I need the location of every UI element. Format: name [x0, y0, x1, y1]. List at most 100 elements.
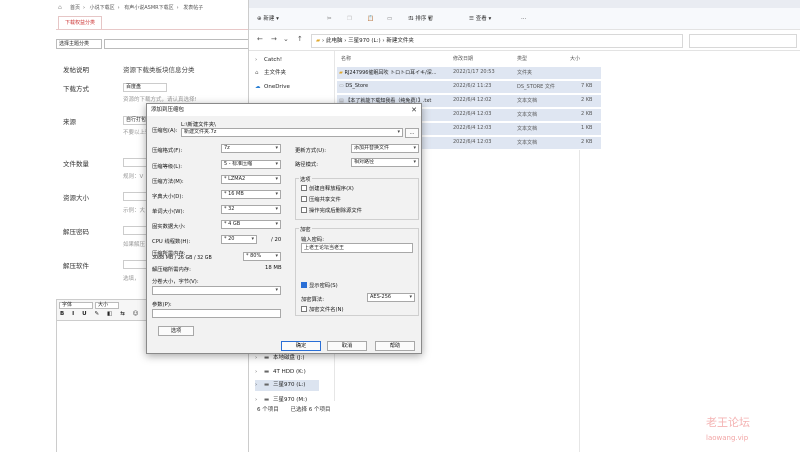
- field-hint-file-count: 规则：V: [123, 174, 144, 180]
- sort-menu-button[interactable]: ⇅ 排序 ▾: [409, 13, 431, 25]
- folder-icon: ▰: [316, 38, 321, 44]
- breadcrumb: 首页 › 小说下载区 › 有声小说ASMR下载区 › 发表帖子: [70, 5, 204, 11]
- breadcrumb-novel[interactable]: 小说下载区: [90, 5, 115, 11]
- address-input[interactable]: ▰ › 此电脑 › 三星970 (L:) › 新建文件夹: [311, 34, 683, 48]
- field-hint-resource-size: 示例：大: [123, 208, 146, 214]
- threads-max: / 20: [271, 237, 282, 243]
- mem-value: 3088 MB / 26 GB / 32 GB: [152, 256, 212, 261]
- browse-button[interactable]: ...: [405, 128, 419, 138]
- cancel-button[interactable]: 取消: [327, 341, 367, 351]
- rename-icon[interactable]: ▭: [387, 13, 392, 25]
- ok-button[interactable]: 确定: [281, 341, 321, 351]
- level-select[interactable]: 5 - 标准压缩 ▾: [221, 160, 281, 169]
- back-arrow-icon[interactable]: ←: [257, 35, 263, 43]
- help-button[interactable]: 帮助: [375, 341, 415, 351]
- nav-item-catch[interactable]: › Catch!: [255, 55, 282, 66]
- show-password-checkbox[interactable]: 显示密码(S): [301, 281, 338, 289]
- copy-icon[interactable]: ❐: [347, 13, 352, 25]
- nav-item-drive-j[interactable]: › ▬ 本地磁盘 (J:): [255, 353, 305, 364]
- threads-select[interactable]: * 20 ▾: [221, 235, 257, 244]
- solid-label: 固实数据大小:: [152, 224, 186, 230]
- solid-select[interactable]: * 4 GB ▾: [221, 220, 281, 229]
- more-options-icon[interactable]: ···: [521, 13, 526, 25]
- col-name[interactable]: 名称: [341, 55, 351, 62]
- nav-item-home[interactable]: ⌂ 主文件夹: [255, 68, 286, 79]
- archive-name-combo[interactable]: 新建文件夹.7z ▾: [181, 128, 403, 137]
- cut-icon[interactable]: ✂: [327, 13, 332, 25]
- update-mode-select[interactable]: 添加并替换文件 ▾: [351, 144, 419, 153]
- field-label-post-desc: 发帖说明: [63, 66, 89, 74]
- path-mode-select[interactable]: 相对路径 ▾: [351, 158, 419, 167]
- threads-label: CPU 线程数(H):: [152, 239, 191, 245]
- close-icon[interactable]: ✕: [409, 105, 419, 115]
- resource-size-input[interactable]: [123, 192, 147, 201]
- enc-method-select[interactable]: AES-256 ▾: [367, 293, 415, 302]
- dict-label: 字典大小(D):: [152, 194, 184, 200]
- field-label-resource-size: 资源大小: [63, 194, 89, 202]
- unzip-software-input[interactable]: [123, 260, 147, 269]
- field-hint-post-desc: 资源下载类板块信息分类: [123, 66, 195, 74]
- nav-item-onedrive[interactable]: ☁ OneDrive: [255, 82, 290, 93]
- nav-item-drive-l[interactable]: › ▬ 三星970 (L:): [255, 380, 319, 391]
- dict-select[interactable]: * 16 MB ▾: [221, 190, 281, 199]
- breadcrumb-post: 发表帖子: [183, 5, 204, 11]
- password-label: 输入密码:: [301, 237, 324, 243]
- breadcrumb-asmr[interactable]: 有声小说ASMR下载区: [124, 5, 173, 11]
- file-row[interactable]: ▰ RJ247996催眠耳吹 トロトロ耳イキ/深... 2022/1/17 20…: [337, 67, 601, 79]
- split-size-combo[interactable]: ▾: [152, 286, 281, 295]
- drive-icon: ▬: [264, 369, 270, 375]
- options-group-title: 选项: [299, 175, 312, 183]
- addr-this-pc[interactable]: 此电脑: [326, 38, 343, 44]
- addr-folder[interactable]: 新建文件夹: [386, 38, 414, 44]
- forward-arrow-icon[interactable]: →: [271, 35, 277, 43]
- encrypt-names-checkbox[interactable]: 加密文件名(N): [301, 305, 344, 313]
- archive-path: L:\新建文件夹\: [181, 122, 216, 128]
- add-to-archive-dialog: 添加到压缩包 ✕ 压缩包(A): L:\新建文件夹\ 新建文件夹.7z ▾ ...…: [146, 103, 422, 354]
- file-count-input[interactable]: [123, 158, 147, 167]
- font-family-select[interactable]: 字体: [59, 302, 93, 309]
- checkbox-checked-icon: [301, 282, 307, 288]
- download-method-select[interactable]: 百度盘: [123, 83, 167, 92]
- col-date[interactable]: 修改日期: [453, 55, 473, 62]
- col-type[interactable]: 类型: [517, 55, 527, 62]
- word-select[interactable]: * 32 ▾: [221, 205, 281, 214]
- col-size[interactable]: 大小: [570, 55, 580, 62]
- up-arrow-icon[interactable]: ↑: [297, 35, 303, 43]
- font-size-select[interactable]: 大小: [95, 302, 119, 309]
- view-menu-button[interactable]: ☰ 查看 ▾: [469, 13, 491, 25]
- field-label-download-method: 下载方式: [63, 85, 89, 93]
- method-select[interactable]: * LZMA2 ▾: [221, 175, 281, 184]
- search-input[interactable]: [689, 34, 797, 48]
- delete-after-checkbox[interactable]: 操作完成后删除源文件: [301, 206, 362, 214]
- recent-chevron-icon[interactable]: ⌄: [283, 35, 289, 43]
- field-label-unzip-software: 解压软件: [63, 262, 89, 270]
- unzip-password-input[interactable]: [123, 226, 147, 235]
- field-label-unzip-password: 解压密码: [63, 228, 89, 236]
- file-list-header: 名称 修改日期 类型 大小: [337, 53, 800, 65]
- format-select[interactable]: 7z ▾: [221, 144, 281, 153]
- drive-icon: ▬: [264, 382, 270, 388]
- breadcrumb-home[interactable]: 首页: [70, 5, 80, 11]
- decomp-mem-value: 18 MB: [265, 265, 282, 271]
- field-hint-unzip-software: 选填，: [123, 276, 140, 282]
- post-title-input[interactable]: [104, 39, 254, 49]
- theme-category-select[interactable]: 选择主题分类: [56, 39, 102, 49]
- params-input[interactable]: [152, 309, 281, 318]
- home-icon[interactable]: ⌂: [58, 4, 66, 11]
- method-label: 压缩方法(M):: [152, 179, 184, 185]
- password-input[interactable]: 上老王论坛当老王: [301, 243, 413, 253]
- sfx-checkbox[interactable]: 创建自释放程序(X): [301, 184, 354, 192]
- nav-item-drive-k[interactable]: › ▬ 4T HDD (K:): [255, 367, 306, 378]
- selected-count: 已选择 6 个项目: [290, 407, 331, 413]
- tab-download-category[interactable]: 下载权益分类: [58, 16, 102, 29]
- shared-files-checkbox[interactable]: 压缩共享文件: [301, 195, 341, 203]
- format-buttons[interactable]: B I U ✎ ◧ ⇆ ☺ ▣: [60, 311, 154, 317]
- new-button[interactable]: ⊕ 新建 ▾: [257, 13, 279, 25]
- mem-percent-select[interactable]: * 80% ▾: [243, 252, 281, 261]
- view-icon: ☰: [469, 16, 476, 22]
- paste-icon[interactable]: 📋: [367, 13, 374, 25]
- options-button[interactable]: 选项: [158, 326, 194, 336]
- file-row[interactable]: ▭ DS_Store 2022/6/2 11:23 DS_STORE 文件 7 …: [337, 81, 601, 93]
- addr-drive[interactable]: 三星970 (L:): [348, 38, 380, 44]
- params-label: 参数(P):: [152, 302, 172, 308]
